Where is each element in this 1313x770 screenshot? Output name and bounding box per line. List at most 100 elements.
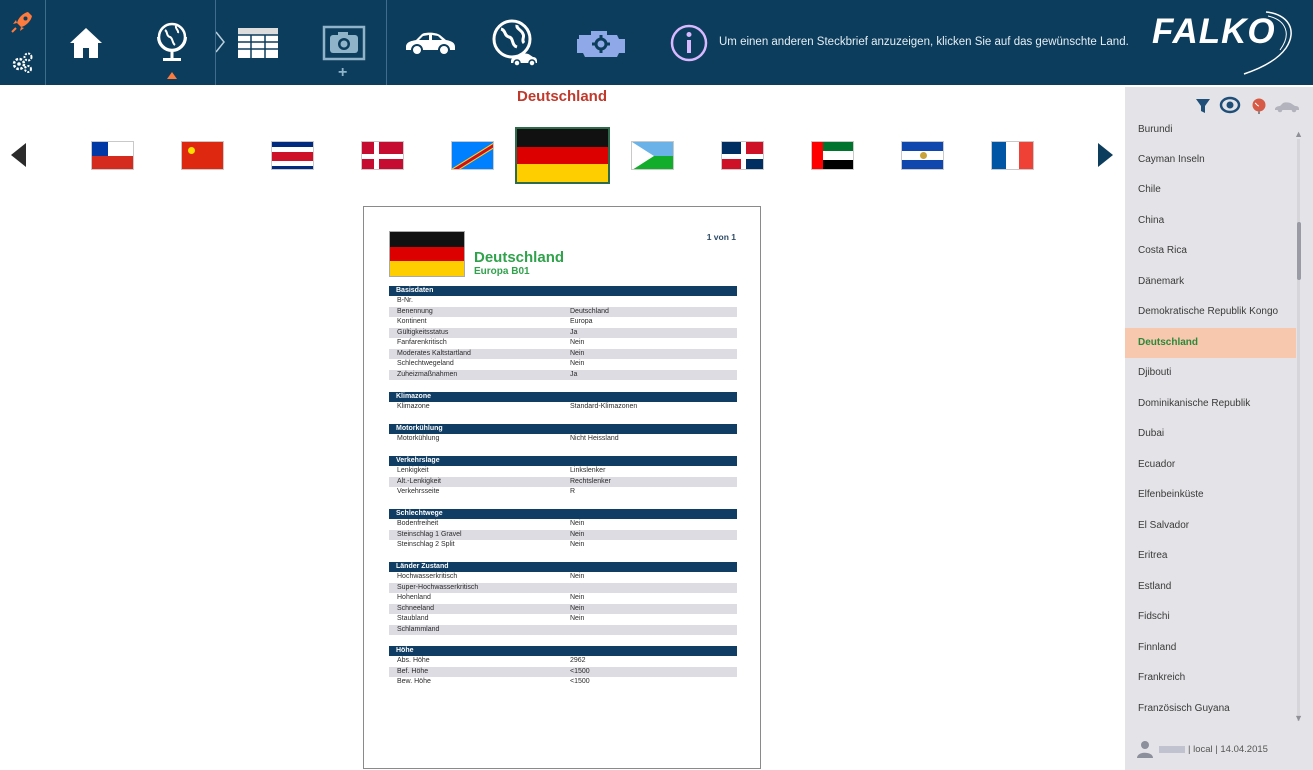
- table-row: Klimazone Standard-Klimazonen: [389, 402, 737, 413]
- table-button[interactable]: [228, 0, 288, 85]
- table-row: Super-Hochwasserkritisch: [389, 582, 737, 593]
- user-name-redacted: [1159, 745, 1185, 753]
- table-row: Bodenfreiheit Nein: [389, 519, 737, 530]
- table-row: Alt.-Lenkigkeit Rechtslenker: [389, 476, 737, 487]
- section-header: Verkehrslage: [389, 456, 737, 466]
- scroll-up-icon[interactable]: ▲: [1294, 129, 1303, 139]
- flag-china[interactable]: [181, 141, 224, 170]
- info-icon: [669, 23, 709, 63]
- flag-djibouti[interactable]: [631, 141, 674, 170]
- list-item-frankreich[interactable]: Frankreich: [1125, 663, 1296, 693]
- section-motorkuehlung: Motorkühlung Motorkühlung Nicht Heissland: [389, 424, 737, 445]
- scroll-down-icon[interactable]: ▼: [1294, 713, 1303, 723]
- flag-costa-rica[interactable]: [271, 141, 314, 170]
- table-row: B-Nr.: [397, 297, 413, 304]
- engine-icon: [573, 25, 629, 61]
- table-row: Lenkigkeit Linkslenker: [389, 466, 737, 477]
- app-window: + Um einen anderen Steckbrief anzuzeigen…: [0, 0, 1313, 770]
- table-row: Zuheizmaßnahmen Ja: [389, 369, 737, 380]
- globe-icon: [152, 20, 192, 66]
- flag-france[interactable]: [991, 141, 1034, 170]
- info-button[interactable]: [664, 0, 714, 85]
- table-row: Schlechtwegeland Nein: [397, 360, 585, 367]
- section-basisdaten: Basisdaten B-Nr. Benennung Deutschland Ko…: [389, 286, 737, 380]
- list-item-dominikanische-republik[interactable]: Dominikanische Republik: [1125, 389, 1296, 419]
- status-footer: | local | 14.04.2015: [1137, 739, 1268, 759]
- table-row: Schlammland: [389, 624, 737, 635]
- flag-dr-congo[interactable]: [451, 141, 494, 170]
- flag-dominican-republic[interactable]: [721, 141, 764, 170]
- user-icon: [1137, 740, 1153, 758]
- section-header: Motorkühlung: [389, 424, 737, 434]
- car-filter-icon[interactable]: [1273, 100, 1301, 118]
- table-row: Bef. Höhe <1500: [389, 666, 737, 677]
- list-item-deutschland-selected[interactable]: Deutschland: [1125, 328, 1296, 358]
- rocket-icon[interactable]: [9, 9, 35, 35]
- section-hoehe: Höhe Abs. Höhe 2962 Bef. Höhe <1500 Bew. H…: [389, 646, 737, 688]
- gears-icon[interactable]: [9, 50, 35, 76]
- falko-logo: FALKO: [1148, 6, 1308, 76]
- sidebar-filter-icons: [1195, 96, 1313, 119]
- section-laender-zustand: Länder Zustand Hochwasserkritisch Nein Su…: [389, 562, 737, 635]
- table-row: Steinschlag 1 Gravel Nein: [389, 529, 737, 540]
- section-header: Schlechtwege: [389, 509, 737, 519]
- list-item-finnland[interactable]: Finnland: [1125, 633, 1296, 663]
- flag-denmark[interactable]: [361, 141, 404, 170]
- list-item-franzoesisch-guyana[interactable]: Französisch Guyana: [1125, 694, 1296, 724]
- table-row: Staubland Nein: [389, 614, 737, 625]
- list-item-ecuador[interactable]: Ecuador: [1125, 450, 1296, 480]
- world-car-button[interactable]: [484, 0, 544, 85]
- list-item-elfenbeinkueste[interactable]: Elfenbeinküste: [1125, 480, 1296, 510]
- list-item-dubai[interactable]: Dubai: [1125, 419, 1296, 449]
- list-item-dr-kongo[interactable]: Demokratische Republik Kongo: [1125, 297, 1296, 327]
- document-title: Deutschland: [474, 249, 565, 266]
- list-item-cayman-inseln[interactable]: Cayman Inseln: [1125, 145, 1296, 175]
- list-item-chile[interactable]: Chile: [1125, 175, 1296, 205]
- list-item-fidschi[interactable]: Fidschi: [1125, 602, 1296, 632]
- table-row: Benennung Deutschland: [389, 306, 737, 317]
- home-button[interactable]: [55, 0, 117, 85]
- section-klimazone: Klimazone Klimazone Standard-Klimazonen: [389, 392, 737, 413]
- flag-germany-selected[interactable]: [515, 127, 610, 184]
- flag-dubai[interactable]: [811, 141, 854, 170]
- list-item-estland[interactable]: Estland: [1125, 572, 1296, 602]
- camera-icon: [322, 25, 366, 61]
- country-list-sidebar: Burundi Cayman Inseln Chile China Costa …: [1125, 87, 1313, 770]
- flag-el-salvador[interactable]: [901, 141, 944, 170]
- table-row: Hohenland Nein: [389, 593, 737, 604]
- table-row: Steinschlag 2 Split Nein: [389, 540, 737, 551]
- country-profile-document: Deutschland Europa B01 1 von 1 Basisdate…: [363, 206, 761, 769]
- scrollbar-thumb[interactable]: [1297, 222, 1301, 280]
- flag-chile[interactable]: [91, 141, 134, 170]
- car-icon: [402, 29, 458, 57]
- list-item-china[interactable]: China: [1125, 206, 1296, 236]
- table-row: Schneeland Nein: [389, 603, 737, 614]
- carousel-prev-button[interactable]: [11, 143, 26, 167]
- selected-country-title: Deutschland: [516, 88, 607, 105]
- car-button[interactable]: [398, 0, 462, 85]
- table-row: Verkehrsseite R: [389, 487, 737, 498]
- engine-button[interactable]: [568, 0, 634, 85]
- section-verkehrslage: Verkehrslage Lenkigkeit Linkslenker Alt.-…: [389, 456, 737, 498]
- table-icon: [236, 26, 280, 60]
- section-header: Länder Zustand: [389, 562, 737, 572]
- table-row: Moderates Kaltstartland Nein: [389, 348, 737, 359]
- section-schlechtwege: Schlechtwege Bodenfreiheit Nein Steinschl…: [389, 509, 737, 551]
- table-row: Gültigkeitsstatus Ja: [389, 327, 737, 338]
- list-item-burundi[interactable]: Burundi: [1125, 117, 1296, 145]
- section-header: Basisdaten: [389, 286, 737, 296]
- table-row: Bew. Höhe <1500: [389, 677, 737, 688]
- table-row: Motorkühlung Nicht Heissland: [389, 434, 737, 445]
- list-item-eritrea[interactable]: Eritrea: [1125, 541, 1296, 571]
- list-item-el-salvador[interactable]: El Salvador: [1125, 511, 1296, 541]
- list-item-djibouti[interactable]: Djibouti: [1125, 358, 1296, 388]
- list-item-costa-rica[interactable]: Costa Rica: [1125, 236, 1296, 266]
- list-item-daenemark[interactable]: Dänemark: [1125, 267, 1296, 297]
- table-row: Fanfarenkritisch Nein: [397, 339, 585, 346]
- toolbar-side: [0, 0, 45, 85]
- carousel-next-button[interactable]: [1098, 143, 1113, 167]
- info-message: Um einen anderen Steckbrief anzuzeigen, …: [719, 36, 1129, 48]
- add-icon[interactable]: +: [338, 64, 347, 82]
- section-header: Höhe: [389, 646, 737, 656]
- top-toolbar: + Um einen anderen Steckbrief anzuzeigen…: [0, 0, 1313, 85]
